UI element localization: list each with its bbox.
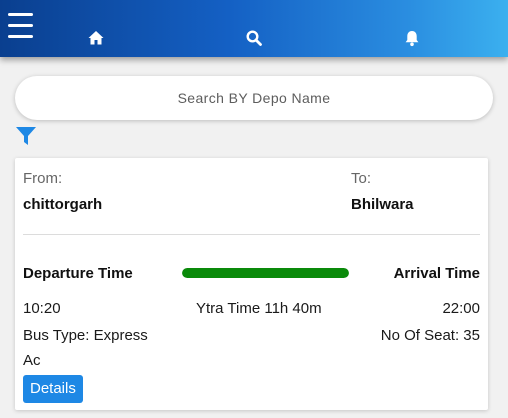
- depo-search-input[interactable]: [15, 76, 493, 120]
- departure-time-value: 10:20: [23, 300, 61, 317]
- to-value: Bhilwara: [351, 196, 414, 213]
- bell-icon[interactable]: [403, 29, 421, 47]
- to-label: To:: [351, 170, 372, 187]
- menu-icon-line: [8, 35, 33, 38]
- search-icon[interactable]: [245, 29, 263, 47]
- bus-type-extra: Ac: [23, 352, 41, 369]
- travel-time: Ytra Time 11h 40m: [196, 300, 322, 317]
- details-button[interactable]: Details: [23, 375, 83, 403]
- menu-icon-line: [8, 24, 33, 27]
- from-value: chittorgarh: [23, 196, 103, 213]
- bus-type: Bus Type: Express: [23, 327, 148, 344]
- arrival-time-value: 22:00: [442, 300, 480, 317]
- top-nav-bar: [0, 0, 508, 57]
- depo-search-bar: [15, 76, 493, 120]
- bus-trip-card: From: chittorgarh To: Bhilwara Departure…: [15, 158, 488, 410]
- departure-time-label: Departure Time: [23, 265, 133, 282]
- menu-icon-line: [8, 13, 33, 16]
- home-icon[interactable]: [87, 29, 105, 47]
- menu-icon[interactable]: [8, 11, 34, 39]
- card-divider: [23, 234, 480, 235]
- filter-icon[interactable]: [15, 125, 37, 147]
- from-label: From:: [23, 170, 63, 187]
- arrival-time-label: Arrival Time: [393, 265, 480, 282]
- trip-progress-bar: [182, 268, 349, 278]
- seat-count: No Of Seat: 35: [380, 327, 480, 344]
- trip-progress-fill: [182, 268, 349, 278]
